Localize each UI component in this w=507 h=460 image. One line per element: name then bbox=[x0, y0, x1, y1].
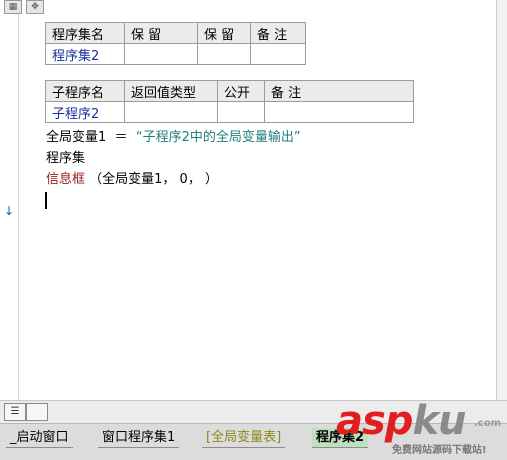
assembly-name-cell[interactable]: 程序集2 bbox=[45, 43, 125, 65]
text-caret bbox=[45, 192, 47, 209]
public-cell[interactable] bbox=[217, 101, 265, 123]
header-remark: 备 注 bbox=[264, 80, 414, 102]
subroutine-name-cell[interactable]: 子程序2 bbox=[45, 101, 125, 123]
table-row: 子程序2 bbox=[45, 101, 414, 123]
string-literal: “子程序2中的全局变量输出” bbox=[135, 130, 301, 145]
vertical-scrollbar[interactable] bbox=[496, 0, 507, 400]
grid-icon[interactable]: ▦ bbox=[4, 0, 22, 14]
header-subroutine-name: 子程序名 bbox=[45, 80, 125, 102]
remark-cell[interactable] bbox=[264, 101, 414, 123]
code-line-messagebox[interactable]: 信息框 （全局变量1， 0， ） bbox=[46, 172, 218, 188]
global-var-ref: 全局变量1 bbox=[46, 130, 107, 145]
tab-startup-window[interactable]: _启动窗口 bbox=[6, 428, 73, 448]
list-view-icon[interactable]: ☰ bbox=[4, 403, 26, 421]
code-line-assembly[interactable]: 程序集 bbox=[46, 151, 85, 167]
line-gutter: ↓ bbox=[0, 14, 19, 400]
header-reserved-2: 保 留 bbox=[197, 22, 251, 44]
tab-window-assembly[interactable]: 窗口程序集1 bbox=[98, 428, 180, 448]
reserved-cell-1[interactable] bbox=[124, 43, 198, 65]
header-public: 公开 bbox=[217, 80, 265, 102]
header-reserved-1: 保 留 bbox=[124, 22, 198, 44]
tab-bar: _启动窗口 窗口程序集1 [全局变量表] 程序集2 bbox=[0, 423, 507, 460]
blank-view-button[interactable] bbox=[26, 403, 48, 421]
header-assembly-name: 程序集名 bbox=[45, 22, 125, 44]
down-arrow-icon: ↓ bbox=[4, 204, 15, 218]
move-icon[interactable]: ✥ bbox=[26, 0, 44, 14]
return-type-cell[interactable] bbox=[124, 101, 218, 123]
reserved-cell-2[interactable] bbox=[197, 43, 251, 65]
table-header-row: 程序集名 保 留 保 留 备 注 bbox=[45, 22, 306, 44]
tab-assembly-2[interactable]: 程序集2 bbox=[312, 428, 369, 448]
remark-cell[interactable] bbox=[250, 43, 306, 65]
table-header-row: 子程序名 返回值类型 公开 备 注 bbox=[45, 80, 414, 102]
command-name: 信息框 bbox=[46, 172, 86, 187]
tab-global-variables[interactable]: [全局变量表] bbox=[202, 428, 286, 448]
bottom-strip: ☰ bbox=[0, 400, 507, 423]
header-return-type: 返回值类型 bbox=[124, 80, 218, 102]
header-remark: 备 注 bbox=[250, 22, 306, 44]
subroutine-table: 子程序名 返回值类型 公开 备 注 子程序2 bbox=[45, 80, 414, 123]
assign-operator: ＝ bbox=[114, 130, 128, 145]
code-line-assignment[interactable]: 全局变量1 ＝ “子程序2中的全局变量输出” bbox=[46, 130, 301, 146]
assembly-table: 程序集名 保 留 保 留 备 注 程序集2 bbox=[45, 22, 306, 65]
table-row: 程序集2 bbox=[45, 43, 306, 65]
assembly-keyword: 程序集 bbox=[46, 151, 86, 166]
command-args: （全局变量1， 0， ） bbox=[89, 172, 218, 187]
top-toolbar: ▦ ✥ bbox=[0, 0, 507, 14]
